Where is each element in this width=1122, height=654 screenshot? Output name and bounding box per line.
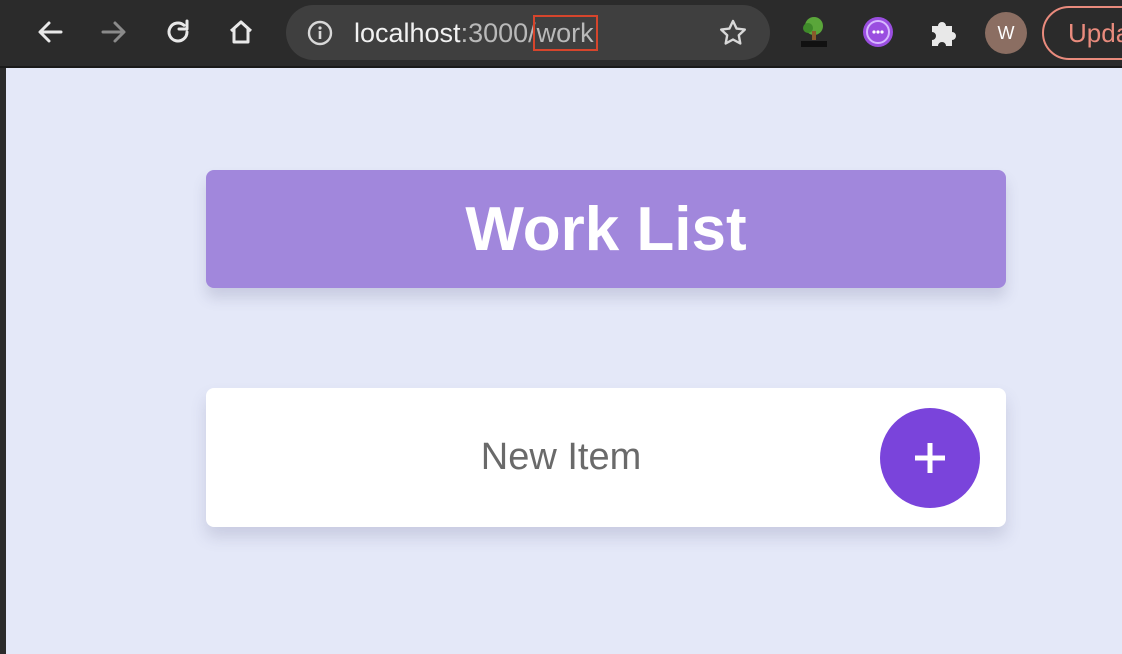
extensions-puzzle-icon[interactable] — [924, 14, 960, 50]
site-info-icon[interactable] — [306, 19, 334, 47]
back-button[interactable] — [32, 14, 68, 50]
url-host: localhost — [354, 18, 461, 48]
update-button[interactable]: Update — [1042, 6, 1122, 60]
url-path: work — [532, 15, 598, 51]
address-bar[interactable]: localhost:3000/work — [286, 5, 770, 60]
page-header: Work List — [206, 170, 1006, 288]
window-left-edge — [0, 68, 6, 654]
url-port: :3000/ — [460, 18, 536, 48]
new-item-form — [206, 388, 1006, 527]
bookmark-star-icon[interactable] — [718, 18, 748, 48]
add-item-button[interactable] — [880, 408, 980, 508]
devtools-extension-icon[interactable] — [860, 14, 896, 50]
home-button[interactable] — [223, 14, 259, 50]
back-arrow-icon — [38, 21, 63, 43]
browser-toolbar: localhost:3000/work W Update — [0, 0, 1122, 68]
plus-icon — [915, 443, 945, 473]
html-tree-extension-icon[interactable] — [796, 14, 832, 50]
new-item-input[interactable] — [206, 388, 916, 527]
forward-button[interactable] — [96, 14, 132, 50]
reload-icon — [167, 19, 189, 43]
page-title: Work List — [465, 194, 747, 264]
reload-button[interactable] — [160, 14, 196, 50]
url-text[interactable]: localhost:3000/work — [354, 15, 598, 51]
profile-avatar[interactable]: W — [985, 12, 1027, 54]
forward-arrow-icon — [101, 21, 126, 43]
home-icon — [229, 20, 253, 44]
